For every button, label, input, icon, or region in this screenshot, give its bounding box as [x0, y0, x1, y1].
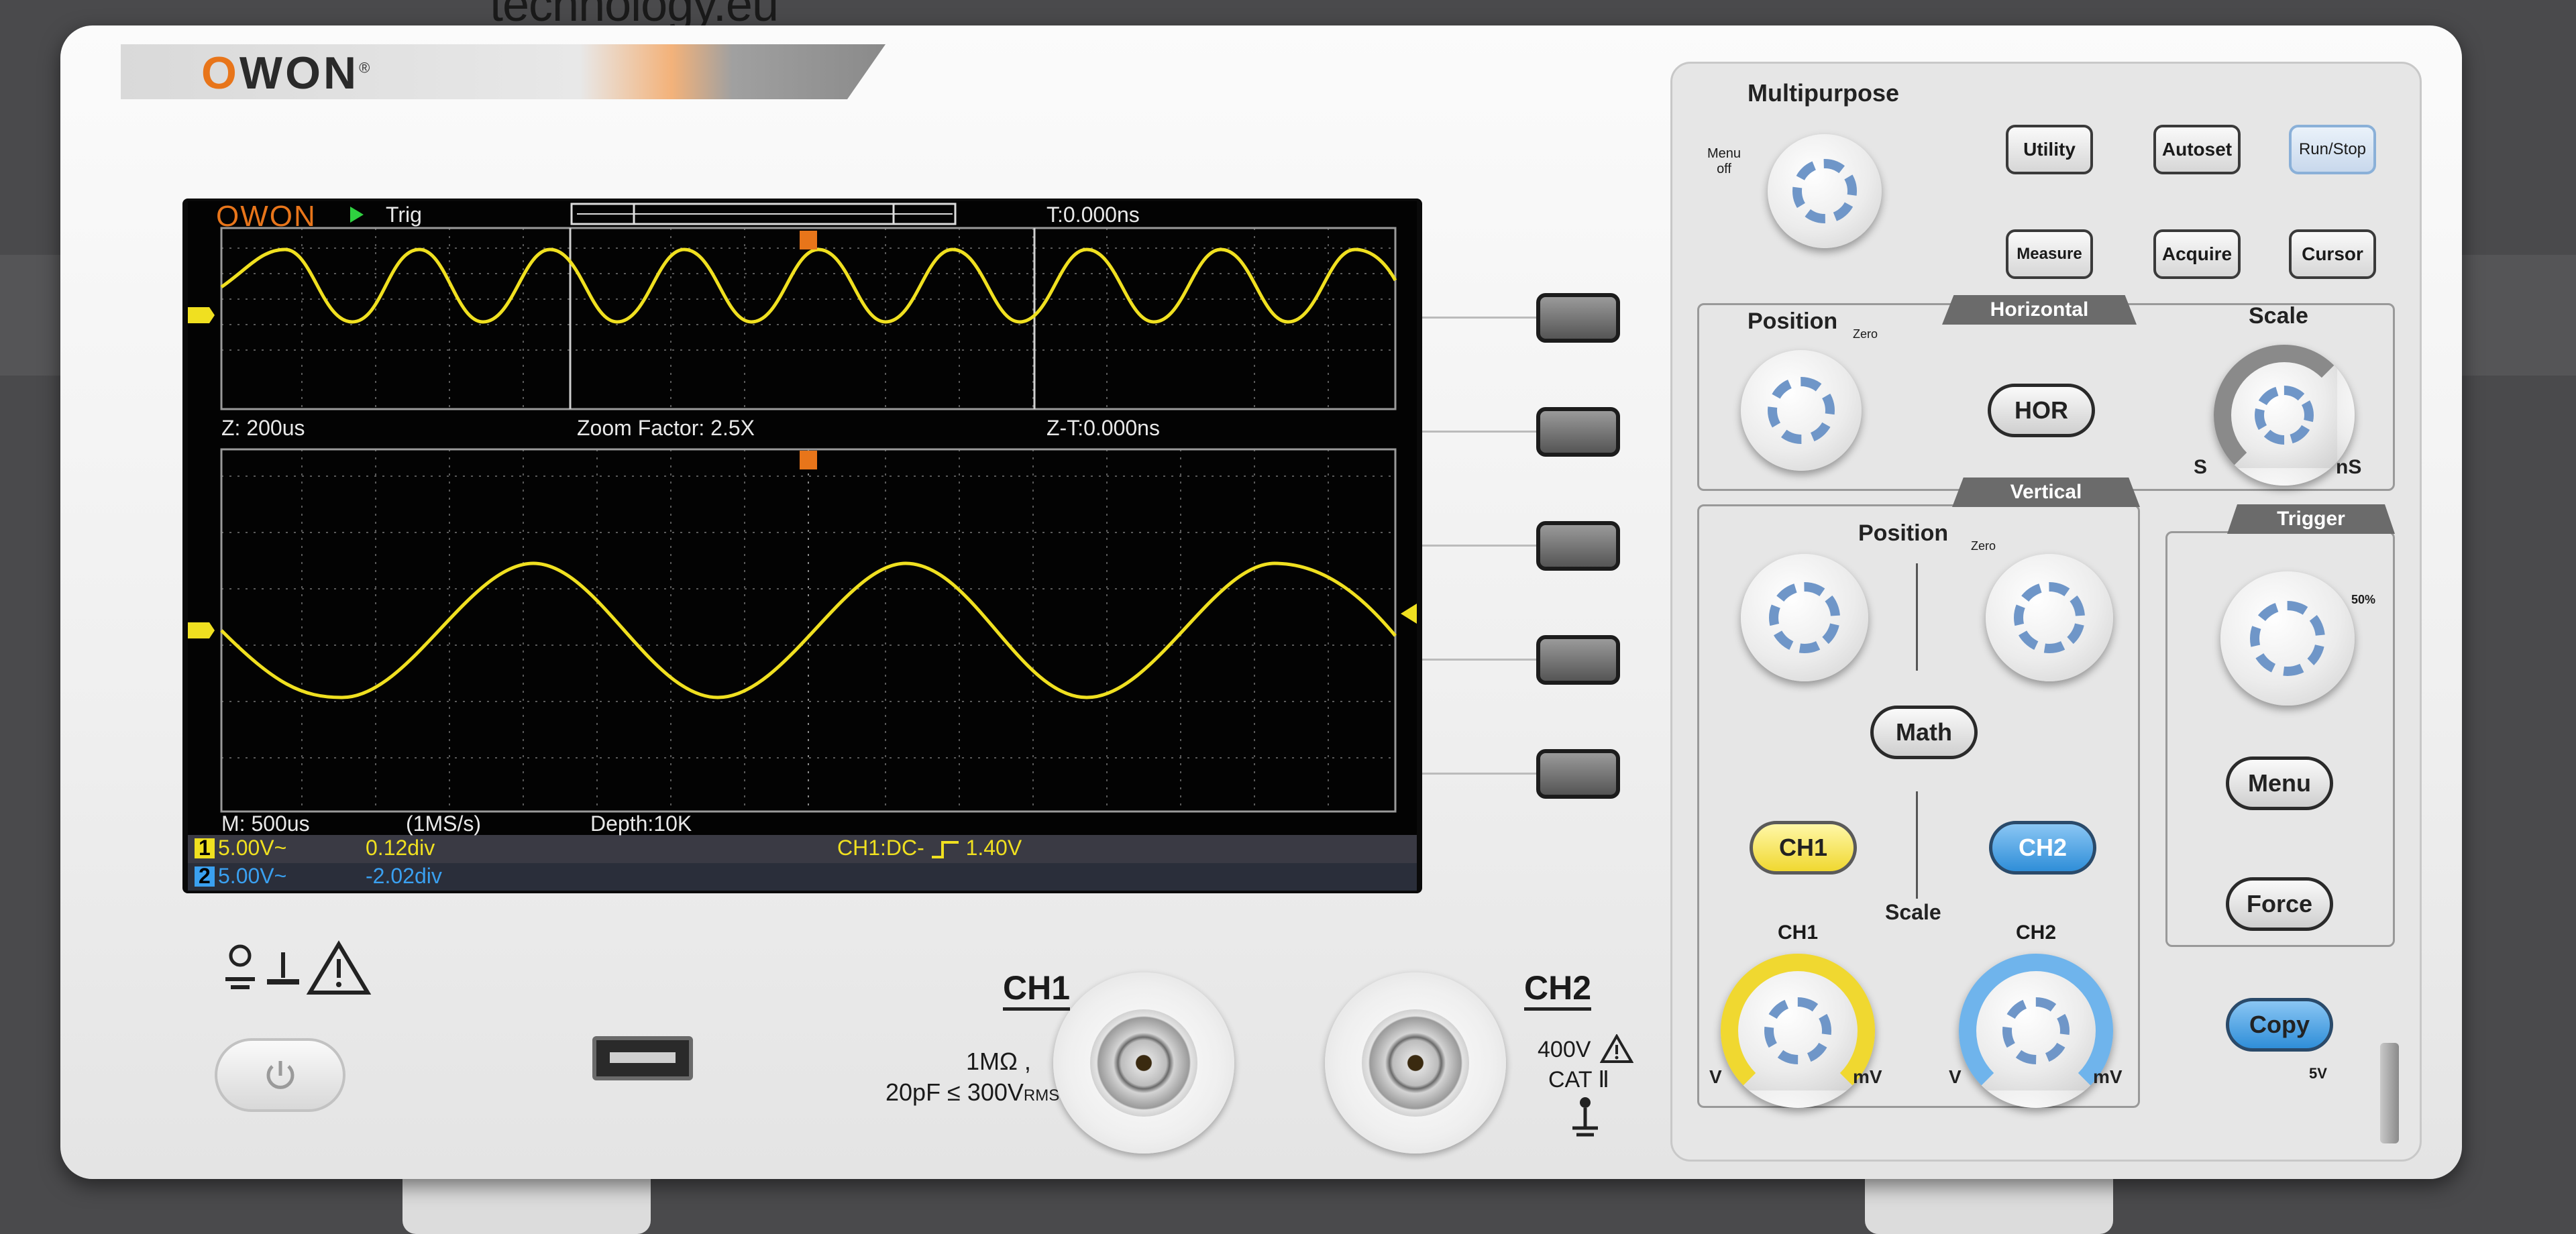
fifty-percent-label: 50%: [2351, 593, 2376, 606]
vertical-divider: [1916, 563, 1918, 671]
softkey-5[interactable]: [1536, 749, 1620, 799]
rising-edge-icon: [931, 840, 959, 858]
utility-button[interactable]: Utility: [2006, 125, 2093, 174]
ch2-number: 2: [199, 864, 211, 888]
multipurpose-knob[interactable]: [1768, 134, 1882, 248]
input-spec-2: 20pF ≤ 300VRMS: [885, 1078, 1060, 1106]
softkey-3[interactable]: [1536, 521, 1620, 571]
probe-comp-5v-label: 5V: [2309, 1065, 2327, 1082]
zoom-timebase: Z: 200us: [221, 416, 305, 440]
ch2-position-knob[interactable]: [1986, 554, 2113, 681]
softkey-line-1: [1422, 317, 1540, 319]
usb-host-port[interactable]: [592, 1036, 693, 1080]
trigger-level-marker: [1401, 604, 1417, 624]
trigger-time: T:0.000ns: [1046, 203, 1140, 227]
ch1-v-label: V: [1709, 1066, 1722, 1087]
left-foot: [402, 1177, 651, 1234]
trigger-tab: Trigger: [2227, 504, 2395, 534]
max-voltage-label: 400V: [1538, 1037, 1591, 1062]
h-zero-label: Zero: [1853, 327, 1878, 341]
s-label: S: [2194, 456, 2208, 478]
probe-comp-terminal[interactable]: [2380, 1043, 2399, 1143]
ch1-position-knob[interactable]: [1741, 554, 1868, 681]
softkey-line-2: [1422, 431, 1540, 433]
oscilloscope-screen: OWON Trig T:0.000ns Z: 200us Zoom Factor…: [188, 201, 1417, 891]
ch2-button[interactable]: CH2: [1989, 821, 2096, 875]
h-position-knob[interactable]: [1741, 350, 1862, 471]
ch1-scale-knob[interactable]: [1721, 954, 1875, 1108]
math-button[interactable]: Math: [1870, 706, 1978, 759]
ch2-scale: 5.00V~: [218, 864, 287, 888]
ch1-mv-label: mV: [1853, 1066, 1882, 1087]
h-position-label: Position: [1748, 308, 1838, 334]
ch1-ground-marker-bottom: [188, 622, 215, 638]
trigger-level-knob[interactable]: [2220, 571, 2355, 706]
h-scale-knob[interactable]: [2214, 345, 2355, 486]
ch2-knob-label: CH2: [2016, 921, 2057, 944]
brand-logo: OWON®: [201, 48, 373, 99]
warning-icon: [1600, 1034, 1633, 1063]
vertical-divider-lower: [1916, 791, 1918, 899]
ch1-zoom-waveform: [220, 561, 1397, 699]
front-ch1-label: CH1: [1003, 968, 1071, 1011]
right-foot: [1865, 1177, 2113, 1234]
softkey-2[interactable]: [1536, 407, 1620, 457]
cursor-button[interactable]: Cursor: [2289, 229, 2376, 279]
acquire-button[interactable]: Acquire: [2153, 229, 2241, 279]
ch1-scale: 5.00V~: [218, 836, 287, 860]
ch1-ground-marker-top: [188, 307, 215, 323]
copy-button[interactable]: Copy: [2226, 998, 2333, 1052]
ns-label: nS: [2336, 456, 2362, 478]
ch1-main-waveform: [220, 247, 1397, 324]
measure-button[interactable]: Measure: [2006, 229, 2093, 279]
ch2-v-label: V: [1949, 1066, 1962, 1087]
sample-rate: (1MS/s): [406, 811, 481, 836]
force-button[interactable]: Force: [2226, 877, 2333, 931]
ch2-scale-knob[interactable]: [1959, 954, 2113, 1108]
h-scale-label: Scale: [2249, 303, 2308, 329]
v-position-label: Position: [1858, 520, 1949, 546]
waveform-display: [188, 201, 1417, 891]
trigger-info: CH1:DC- 1.40V: [837, 836, 1022, 860]
softkey-line-5: [1422, 773, 1540, 775]
horizontal-tab: Horizontal: [1942, 295, 2137, 325]
softkey-line-4: [1422, 659, 1540, 661]
menu-off-label: Menu off: [1707, 146, 1741, 176]
softkey-1[interactable]: [1536, 293, 1620, 343]
power-icon: [266, 1061, 294, 1089]
ch1-knob-label: CH1: [1778, 921, 1819, 944]
v-zero-label: Zero: [1971, 539, 1996, 553]
trigger-menu-button[interactable]: Menu: [2226, 756, 2333, 810]
usb-tongue: [610, 1052, 676, 1063]
zoom-trigger-time: Z-T:0.000ns: [1046, 416, 1160, 440]
ch1-button[interactable]: CH1: [1750, 821, 1857, 875]
memory-depth: Depth:10K: [590, 811, 692, 836]
main-timebase: M: 500us: [221, 811, 310, 836]
v-scale-label: Scale: [1885, 900, 1941, 924]
run-stop-button[interactable]: Run/Stop: [2289, 125, 2376, 174]
softkey-line-3: [1422, 545, 1540, 547]
ch1-number: 1: [199, 836, 211, 860]
input-spec-1: 1MΩ ,: [966, 1048, 1031, 1075]
ch2-bnc-input[interactable]: [1325, 972, 1506, 1154]
power-button[interactable]: [215, 1038, 345, 1112]
vertical-tab: Vertical: [1952, 478, 2140, 507]
chassis-ground-icon: [1572, 1097, 1598, 1137]
ch2-offset: -2.02div: [366, 864, 442, 888]
softkey-4[interactable]: [1536, 635, 1620, 685]
run-state: Trig: [386, 203, 422, 227]
front-ch2-label: CH2: [1524, 968, 1592, 1011]
autoset-button[interactable]: Autoset: [2153, 125, 2241, 174]
screen-brand: OWON: [216, 201, 317, 233]
hor-button[interactable]: HOR: [1988, 384, 2095, 437]
ch1-offset: 0.12div: [366, 836, 435, 860]
ch2-mv-label: mV: [2093, 1066, 2123, 1087]
ground-warning-icons: [225, 940, 372, 995]
ch1-bnc-input[interactable]: [1053, 972, 1234, 1154]
cat-rating-label: CAT Ⅱ: [1548, 1067, 1610, 1092]
zoom-factor: Zoom Factor: 2.5X: [577, 416, 755, 440]
multipurpose-label: Multipurpose: [1748, 79, 1899, 107]
